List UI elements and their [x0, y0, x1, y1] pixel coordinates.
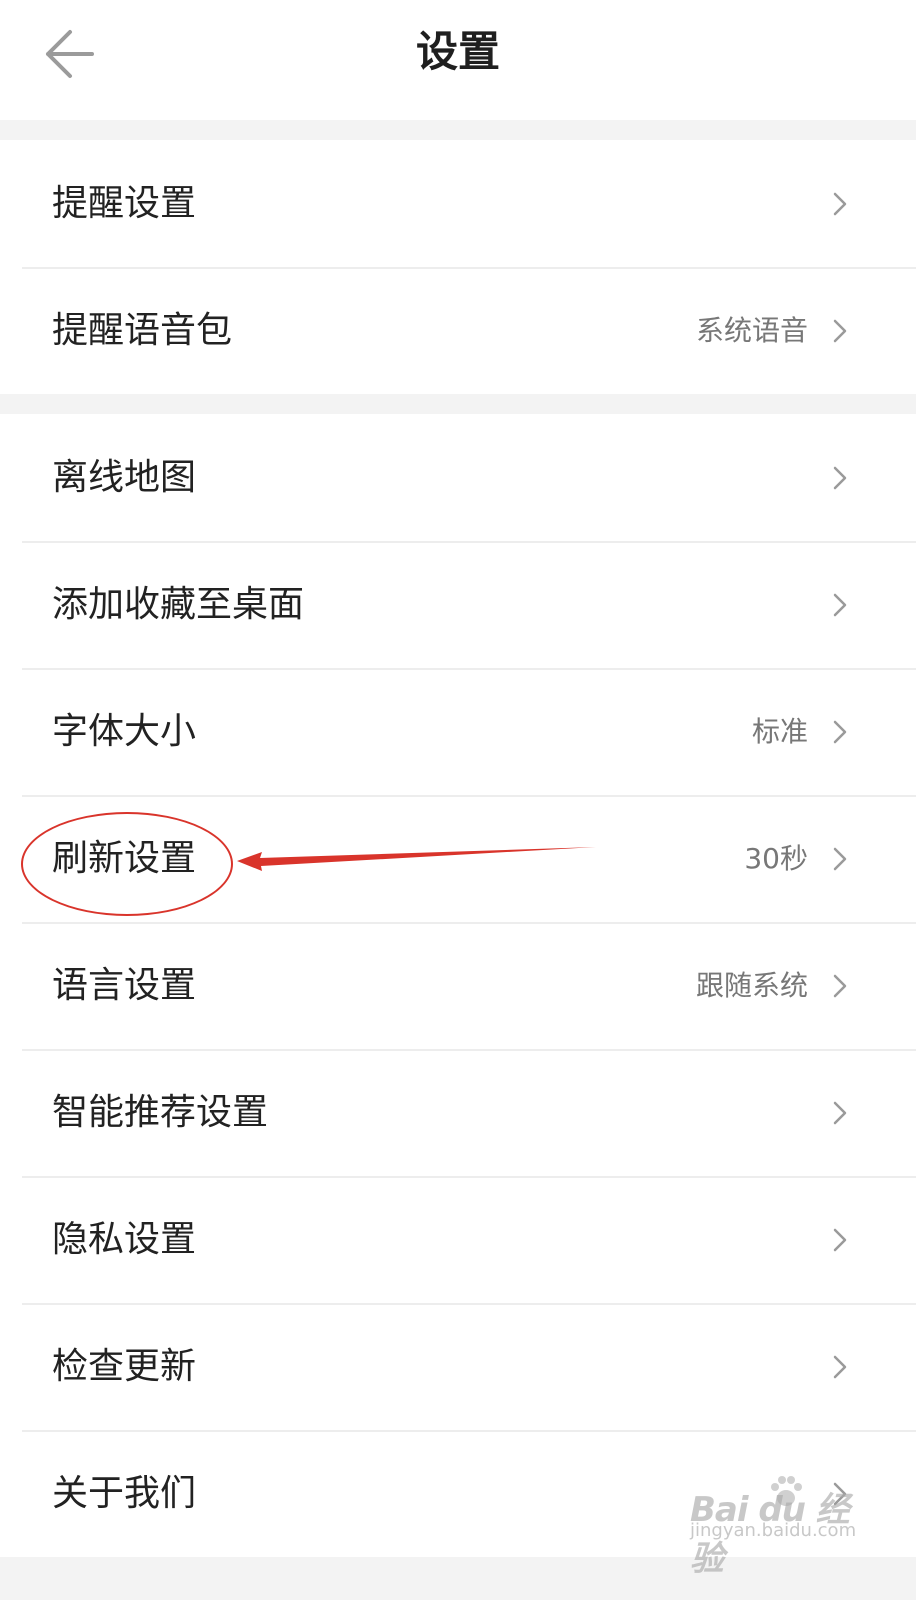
settings-item-label: 添加收藏至桌面 — [52, 584, 305, 625]
settings-item-smart-recommendation[interactable]: 智能推荐设置 — [0, 1049, 916, 1176]
settings-item-label: 检查更新 — [52, 1346, 197, 1387]
chevron-right-icon — [833, 1482, 847, 1506]
chevron-right-icon — [833, 192, 847, 216]
settings-item-check-update[interactable]: 检查更新 — [0, 1303, 916, 1430]
settings-item-value: 跟随系统 — [695, 969, 808, 1002]
settings-item-privacy[interactable]: 隐私设置 — [0, 1176, 916, 1303]
settings-item-refresh[interactable]: 刷新设置 30秒 — [0, 795, 916, 922]
settings-item-label: 关于我们 — [52, 1473, 197, 1514]
settings-item-label: 智能推荐设置 — [52, 1092, 269, 1133]
chevron-right-icon — [833, 974, 847, 998]
settings-item-font-size[interactable]: 字体大小 标准 — [0, 668, 916, 795]
settings-group-reminders: 提醒设置 提醒语音包 系统语音 — [0, 140, 916, 394]
settings-item-value: 系统语音 — [695, 314, 808, 347]
settings-item-label: 语言设置 — [52, 965, 197, 1006]
settings-item-reminder[interactable]: 提醒设置 — [0, 140, 916, 267]
chevron-right-icon — [833, 319, 847, 343]
settings-item-label: 刷新设置 — [52, 838, 197, 879]
chevron-right-icon — [833, 466, 847, 490]
chevron-right-icon — [833, 1228, 847, 1252]
settings-item-value: 标准 — [751, 715, 808, 748]
top-navigation-bar: 设置 — [0, 0, 916, 120]
settings-item-label: 字体大小 — [52, 711, 197, 752]
settings-item-label: 隐私设置 — [52, 1219, 197, 1260]
settings-item-label: 离线地图 — [52, 457, 197, 498]
page-title: 设置 — [415, 27, 500, 76]
settings-item-offline-map[interactable]: 离线地图 — [0, 414, 916, 541]
settings-item-voice-pack[interactable]: 提醒语音包 系统语音 — [0, 267, 916, 394]
chevron-right-icon — [833, 1355, 847, 1379]
chevron-right-icon — [833, 1101, 847, 1125]
settings-item-value: 30秒 — [744, 842, 808, 875]
chevron-right-icon — [833, 720, 847, 744]
settings-item-label: 提醒设置 — [52, 183, 197, 224]
settings-item-label: 提醒语音包 — [52, 310, 233, 351]
settings-item-about-us[interactable]: 关于我们 — [0, 1430, 916, 1557]
chevron-right-icon — [833, 593, 847, 617]
settings-item-add-favorites-to-desktop[interactable]: 添加收藏至桌面 — [0, 541, 916, 668]
settings-group-general: 离线地图 添加收藏至桌面 字体大小 标准 刷新设置 30秒 语言设置 跟随系统 … — [0, 414, 916, 1557]
settings-item-language[interactable]: 语言设置 跟随系统 — [0, 922, 916, 1049]
chevron-right-icon — [833, 847, 847, 871]
